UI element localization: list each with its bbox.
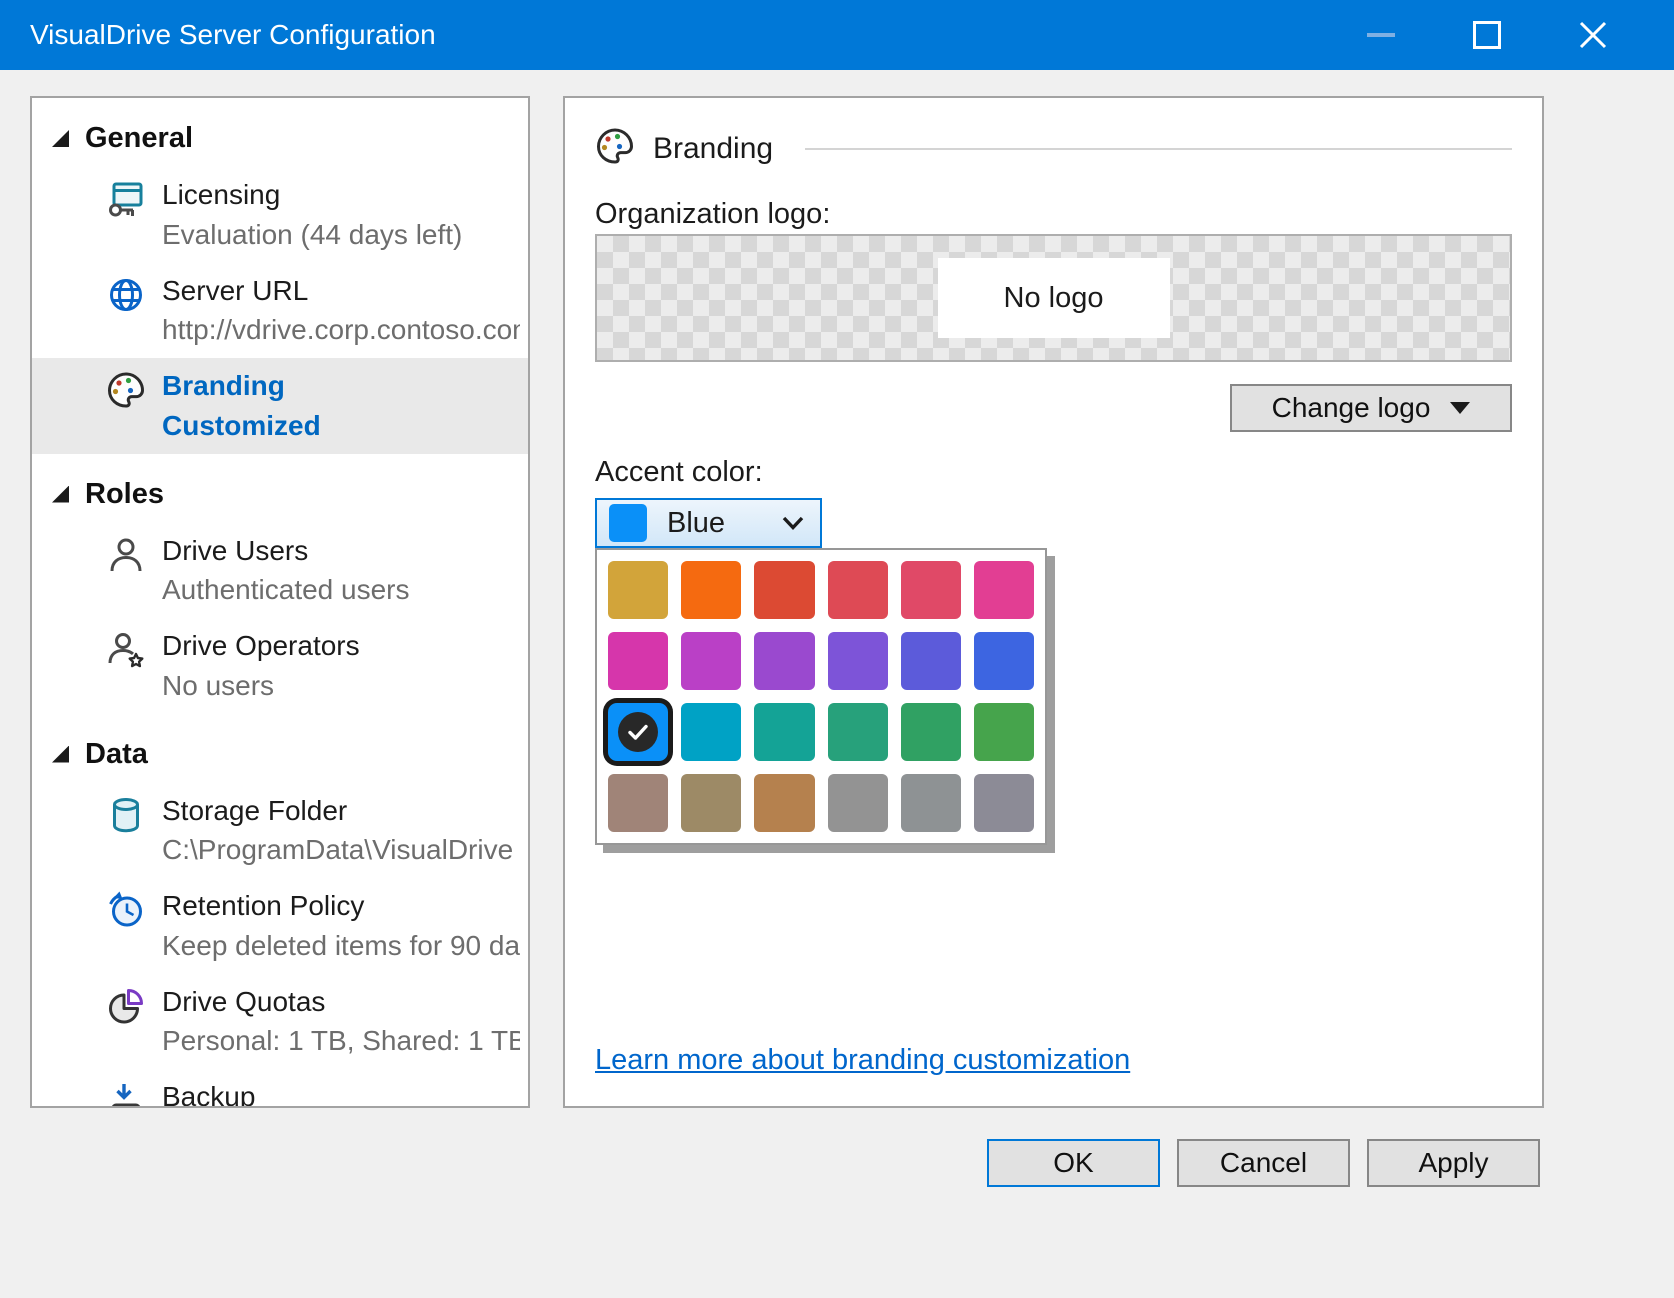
maximize-button[interactable]: [1434, 0, 1540, 70]
close-icon: [1579, 21, 1607, 49]
minimize-icon: [1367, 33, 1395, 37]
logo-preview-area: No logo: [595, 234, 1512, 362]
tree-section-data[interactable]: Data: [32, 730, 528, 779]
palette-swatch[interactable]: [901, 703, 961, 761]
item-title: Backup: [162, 1077, 435, 1108]
palette-swatch[interactable]: [608, 561, 668, 619]
palette-swatch[interactable]: [754, 561, 814, 619]
item-title: Branding: [162, 366, 321, 406]
palette-icon: [595, 126, 635, 171]
minimize-button[interactable]: [1328, 0, 1434, 70]
palette-icon: [106, 370, 146, 410]
no-logo-placeholder: No logo: [938, 258, 1170, 338]
history-clock-icon: [106, 890, 146, 930]
item-title: Licensing: [162, 175, 462, 215]
titlebar: VisualDrive Server Configuration: [0, 0, 1674, 70]
collapse-triangle-icon: [52, 746, 69, 763]
sidebar-item-server-url[interactable]: Server URL http://vdrive.corp.contoso.co…: [32, 263, 528, 359]
palette-swatch[interactable]: [754, 632, 814, 690]
sidebar-item-licensing[interactable]: Licensing Evaluation (44 days left): [32, 167, 528, 263]
item-subtitle: C:\ProgramData\VisualDrive S...: [162, 830, 520, 870]
palette-swatch[interactable]: [754, 703, 814, 761]
pie-chart-icon: [106, 986, 146, 1026]
close-button[interactable]: [1540, 0, 1646, 70]
palette-swatch[interactable]: [608, 632, 668, 690]
item-subtitle: http://vdrive.corp.contoso.com: [162, 310, 520, 350]
palette-swatch[interactable]: [974, 632, 1034, 690]
globe-icon: [106, 275, 146, 315]
item-title: Drive Operators: [162, 626, 360, 666]
palette-swatch[interactable]: [828, 632, 888, 690]
palette-swatch[interactable]: [828, 774, 888, 832]
sidebar-item-drive-quotas[interactable]: Drive Quotas Personal: 1 TB, Shared: 1 T…: [32, 974, 528, 1070]
backup-download-icon: [106, 1081, 146, 1108]
item-title: Storage Folder: [162, 791, 520, 831]
sidebar-item-retention-policy[interactable]: Retention Policy Keep deleted items for …: [32, 878, 528, 974]
sidebar-item-branding[interactable]: Branding Customized: [32, 358, 528, 454]
database-icon: [106, 795, 146, 835]
page-title: Branding: [653, 132, 773, 166]
palette-swatch[interactable]: [681, 561, 741, 619]
palette-swatch[interactable]: [901, 632, 961, 690]
palette-swatch[interactable]: [974, 561, 1034, 619]
maximize-icon: [1473, 21, 1501, 49]
accent-color-swatch: [609, 504, 647, 542]
accent-color-dropdown[interactable]: Blue: [595, 498, 822, 548]
palette-swatch[interactable]: [901, 774, 961, 832]
palette-swatch[interactable]: [681, 703, 741, 761]
collapse-triangle-icon: [52, 486, 69, 503]
page-header: Branding: [595, 126, 1512, 171]
accent-color-label: Accent color:: [595, 456, 763, 489]
palette-swatch[interactable]: [901, 561, 961, 619]
sidebar-item-storage-folder[interactable]: Storage Folder C:\ProgramData\VisualDriv…: [32, 783, 528, 879]
item-title: Drive Quotas: [162, 982, 520, 1022]
palette-swatch[interactable]: [681, 632, 741, 690]
cancel-button[interactable]: Cancel: [1177, 1139, 1350, 1187]
check-icon: [618, 712, 658, 752]
window-title: VisualDrive Server Configuration: [0, 19, 436, 51]
item-title: Server URL: [162, 271, 520, 311]
palette-swatch[interactable]: [608, 774, 668, 832]
dropdown-caret-icon: [1450, 402, 1470, 414]
settings-tree: General Licensing Evaluation (44 days le…: [30, 96, 530, 1108]
apply-button[interactable]: Apply: [1367, 1139, 1540, 1187]
accent-color-value: Blue: [667, 507, 762, 540]
sidebar-item-drive-operators[interactable]: Drive Operators No users: [32, 618, 528, 714]
palette-swatch[interactable]: [681, 774, 741, 832]
palette-swatch[interactable]: [828, 703, 888, 761]
item-title: Drive Users: [162, 531, 410, 571]
palette-swatch-selected[interactable]: [608, 703, 668, 761]
header-divider: [805, 148, 1512, 150]
item-subtitle: Evaluation (44 days left): [162, 215, 462, 255]
tree-section-roles[interactable]: Roles: [32, 470, 528, 519]
organization-logo-label: Organization logo:: [595, 198, 830, 231]
sidebar-item-drive-users[interactable]: Drive Users Authenticated users: [32, 523, 528, 619]
item-subtitle: Customized: [162, 406, 321, 446]
item-subtitle: Keep deleted items for 90 days: [162, 926, 520, 966]
item-subtitle: Authenticated users: [162, 570, 410, 610]
palette-swatch[interactable]: [974, 774, 1034, 832]
palette-swatch[interactable]: [828, 561, 888, 619]
ok-button[interactable]: OK: [987, 1139, 1160, 1187]
collapse-triangle-icon: [52, 130, 69, 147]
item-subtitle: No users: [162, 666, 360, 706]
item-title: Retention Policy: [162, 886, 520, 926]
branding-page: Branding Organization logo: No logo Chan…: [563, 96, 1544, 1108]
user-star-icon: [106, 630, 146, 670]
chevron-down-icon: [782, 516, 804, 530]
accent-color-grid: [595, 548, 1047, 845]
palette-swatch[interactable]: [974, 703, 1034, 761]
tree-section-general[interactable]: General: [32, 114, 528, 163]
item-subtitle: Personal: 1 TB, Shared: 1 TB: [162, 1021, 520, 1061]
palette-swatch[interactable]: [754, 774, 814, 832]
license-key-icon: [106, 179, 146, 219]
change-logo-button[interactable]: Change logo: [1230, 384, 1512, 432]
learn-more-link[interactable]: Learn more about branding customization: [595, 1044, 1130, 1077]
sidebar-item-backup[interactable]: Backup VSS Writer is enabled: [32, 1069, 528, 1108]
user-icon: [106, 535, 146, 575]
